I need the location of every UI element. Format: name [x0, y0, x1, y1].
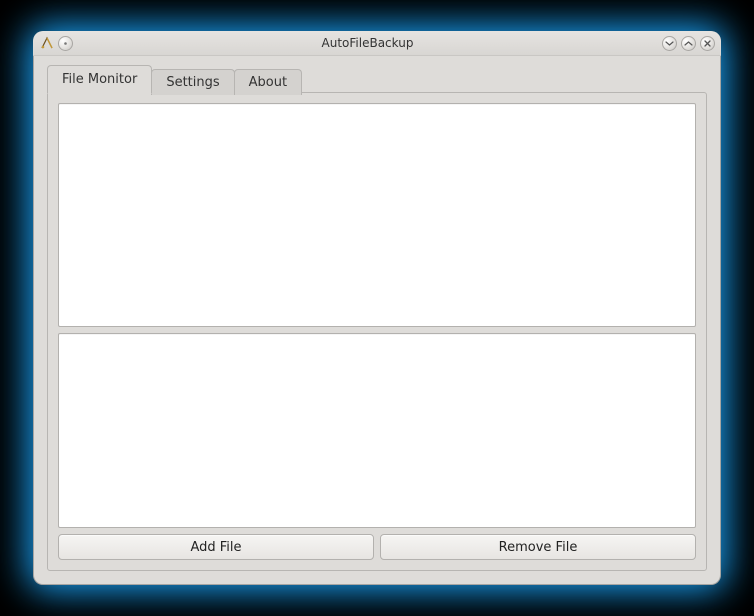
tab-about[interactable]: About	[234, 69, 302, 95]
tab-file-monitor[interactable]: File Monitor	[47, 65, 152, 94]
monitored-files-list[interactable]	[58, 103, 696, 327]
close-button[interactable]	[700, 36, 715, 51]
app-icon	[39, 36, 54, 51]
button-label: Remove File	[499, 540, 578, 555]
tab-label: About	[249, 75, 287, 90]
tab-page-file-monitor: Add File Remove File	[47, 92, 707, 571]
button-row: Add File Remove File	[58, 534, 696, 560]
tab-bar: File Monitor Settings About	[47, 65, 707, 93]
titlebar[interactable]: AutoFileBackup	[33, 31, 721, 56]
add-file-button[interactable]: Add File	[58, 534, 374, 560]
minimize-button[interactable]	[662, 36, 677, 51]
shade-button[interactable]	[58, 36, 73, 51]
window-title: AutoFileBackup	[73, 36, 662, 50]
backup-log-list[interactable]	[58, 333, 696, 528]
tab-label: File Monitor	[62, 72, 137, 87]
button-label: Add File	[190, 540, 241, 555]
tab-settings[interactable]: Settings	[151, 69, 234, 95]
client-area: File Monitor Settings About Add File	[33, 55, 721, 585]
tab-label: Settings	[166, 75, 219, 90]
remove-file-button[interactable]: Remove File	[380, 534, 696, 560]
app-window: AutoFileBackup File Monitor Setti	[33, 31, 721, 585]
maximize-button[interactable]	[681, 36, 696, 51]
